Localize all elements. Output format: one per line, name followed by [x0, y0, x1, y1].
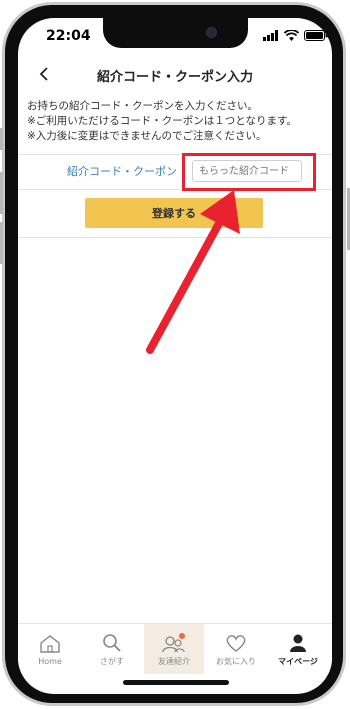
divider: [18, 154, 332, 155]
battery-icon: [304, 29, 328, 41]
tab-label: お気に入り: [216, 656, 256, 666]
instruction-line: ※ご利用いただけるコード・クーポンは１つとなります。: [27, 115, 297, 127]
friends-icon: [162, 632, 185, 652]
tab-favorites[interactable]: お気に入り: [206, 624, 266, 674]
instruction-line: お持ちの紹介コード・クーポンを入力ください。: [27, 100, 258, 112]
instruction-line: ※入力後に変更はできませんのでご注意ください。: [27, 130, 267, 142]
tab-label: マイページ: [278, 656, 318, 666]
volume-up-button: [0, 172, 3, 214]
tab-label: さがす: [100, 656, 124, 666]
tab-friends[interactable]: 友達紹介: [144, 624, 204, 674]
page-title: 紹介コード・クーポン入力: [96, 70, 253, 85]
person-icon: [290, 634, 306, 652]
instructions: お持ちの紹介コード・クーポンを入力ください。 ※ご利用いただけるコード・クーポン…: [27, 99, 327, 144]
divider: [18, 237, 332, 238]
notification-badge: [179, 632, 185, 639]
signal-icon: [263, 29, 278, 41]
volume-down-button: [0, 222, 3, 264]
code-label: 紹介コード・クーポン: [67, 165, 177, 178]
home-indicator[interactable]: [123, 680, 229, 685]
home-icon: [40, 634, 60, 653]
tab-bar: Home さがす 友達紹介 お気に入り マイページ: [18, 623, 332, 674]
front-camera: [206, 27, 217, 38]
heart-icon: [226, 634, 246, 652]
tab-label: 友達紹介: [158, 656, 190, 666]
tab-home[interactable]: Home: [20, 624, 80, 674]
status-icons: [263, 28, 328, 42]
tab-mypage[interactable]: マイページ: [268, 624, 328, 674]
divider: [18, 189, 332, 190]
phone-screen: 22:04 紹介コード・クーポン入力 お持ちの紹介コード・クーポンを入力ください…: [18, 18, 332, 694]
tab-search[interactable]: さがす: [82, 624, 142, 674]
search-icon: [103, 633, 121, 652]
referral-code-input[interactable]: [192, 160, 302, 182]
tab-label: Home: [38, 656, 62, 666]
wifi-icon: [284, 29, 299, 41]
register-button[interactable]: 登録する: [85, 198, 263, 228]
notch: [103, 18, 248, 48]
mute-switch: [0, 128, 3, 150]
status-time: 22:04: [46, 28, 91, 44]
